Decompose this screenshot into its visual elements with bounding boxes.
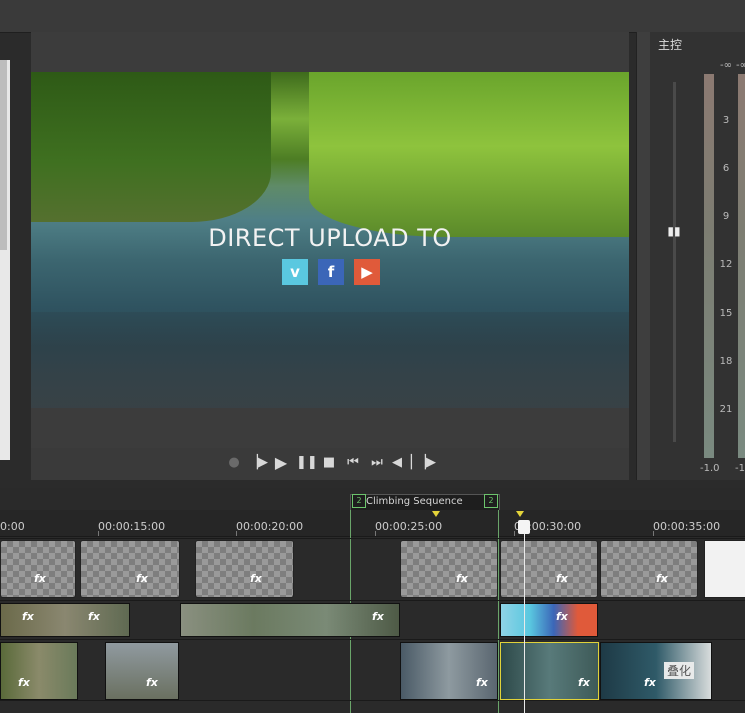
timeline-clip[interactable] <box>600 642 712 700</box>
meter-scale-label: 21 <box>719 404 733 415</box>
master-volume-track[interactable] <box>673 82 676 442</box>
preview-riverbed <box>31 312 629 408</box>
video-preview-frame: DIRECT UPLOAD TO v f ▶ <box>31 72 629 408</box>
fx-icon[interactable]: fx <box>578 676 590 689</box>
meter-scale-label: 9 <box>722 211 730 222</box>
sequence-marker[interactable]: 2 <box>484 494 498 508</box>
sequence-label: Climbing Sequence <box>366 496 463 507</box>
fx-icon[interactable]: fx <box>88 610 100 623</box>
meter-peak-left: -∞ <box>720 60 732 71</box>
stop-icon[interactable]: ■ <box>320 454 338 472</box>
meter-scale-label: 12 <box>719 259 733 270</box>
play-from-start-icon[interactable]: ▕▶ <box>248 454 268 472</box>
fx-icon[interactable]: fx <box>22 610 34 623</box>
playhead-handle[interactable] <box>518 520 530 534</box>
fx-icon[interactable]: fx <box>372 610 384 623</box>
sequence-boundary-end <box>498 510 499 713</box>
left-panel-scroll-thumb[interactable] <box>0 60 7 250</box>
ruler-tick <box>98 531 99 536</box>
fx-icon[interactable]: fx <box>18 676 30 689</box>
pause-icon[interactable]: ❚❚ <box>296 454 318 472</box>
fx-icon[interactable]: fx <box>456 572 468 585</box>
timeline-clip[interactable] <box>500 603 598 637</box>
ruler-tick <box>653 531 654 536</box>
ruler-time-label: 00:00:35:00 <box>653 520 721 533</box>
fx-icon[interactable]: fx <box>136 572 148 585</box>
ruler-time-label: 00:00:15:00 <box>98 520 166 533</box>
youtube-icon: ▶ <box>354 259 380 285</box>
facebook-icon: f <box>318 259 344 285</box>
meter-scale-label: 18 <box>719 356 733 367</box>
timeline-clip[interactable] <box>180 603 400 637</box>
ruler-time-label: 00:00:25:00 <box>375 520 443 533</box>
fx-icon[interactable]: fx <box>146 676 158 689</box>
go-to-end-icon[interactable]: ⏭ <box>368 454 386 472</box>
meter-scale-label: 15 <box>719 308 733 319</box>
preview-overlay-title: DIRECT UPLOAD TO <box>208 224 452 252</box>
fx-icon[interactable]: fx <box>656 572 668 585</box>
fx-icon[interactable]: fx <box>250 572 262 585</box>
ruler-time-label: 0:00 <box>0 520 25 533</box>
go-to-start-icon[interactable]: ⏮ <box>344 454 362 472</box>
timeline-clip[interactable] <box>0 603 130 637</box>
top-toolbar <box>0 0 745 33</box>
meter-scale-label: 6 <box>722 163 730 174</box>
meter-bottom-right-label: -1. <box>735 463 745 474</box>
timeline-clip-selected[interactable] <box>500 642 599 700</box>
fx-icon[interactable]: fx <box>476 676 488 689</box>
loop-region-start[interactable] <box>432 511 440 517</box>
timeline-clip[interactable] <box>0 642 78 700</box>
ruler-tick <box>514 531 515 536</box>
timeline-clip[interactable] <box>400 540 498 598</box>
timeline-playhead[interactable] <box>524 522 525 713</box>
timeline-clip[interactable] <box>105 642 179 700</box>
timeline-clip[interactable] <box>704 540 745 598</box>
preview-forest-right <box>309 72 629 237</box>
timeline-clip[interactable] <box>600 540 698 598</box>
preview-forest-left <box>31 72 271 222</box>
timeline-clip[interactable] <box>80 540 180 598</box>
master-bus-title: 主控 <box>658 38 683 52</box>
ruler-tick <box>236 531 237 536</box>
sequence-marker[interactable]: 2 <box>352 494 366 508</box>
next-frame-icon[interactable]: ▕▶ <box>416 454 436 472</box>
track-divider <box>0 639 745 640</box>
timeline-clip[interactable] <box>500 540 598 598</box>
meter-peak-right: -∞ <box>736 60 745 71</box>
vimeo-icon: v <box>282 259 308 285</box>
timeline-clip[interactable] <box>195 540 294 598</box>
record-icon[interactable]: ● <box>226 454 242 472</box>
fx-icon[interactable]: fx <box>556 572 568 585</box>
timeline-clip[interactable] <box>400 642 498 700</box>
preview-vertical-scrollbar[interactable] <box>636 32 651 480</box>
play-icon[interactable]: ▶ <box>272 454 290 472</box>
prev-frame-icon[interactable]: ◀▕ <box>392 454 412 472</box>
fx-icon[interactable]: fx <box>34 572 46 585</box>
fx-icon[interactable]: fx <box>556 610 568 623</box>
master-volume-fader-handle[interactable]: ▮▮ <box>662 224 686 238</box>
ruler-tick <box>375 531 376 536</box>
loop-region-end[interactable] <box>516 511 524 517</box>
ruler-time-label: 00:00:20:00 <box>236 520 304 533</box>
track-divider <box>0 538 745 539</box>
track-divider <box>0 700 745 701</box>
level-meter-right <box>738 74 745 458</box>
timeline-clip[interactable] <box>0 540 76 598</box>
track-divider <box>0 600 745 601</box>
level-meter-left <box>704 74 714 458</box>
fx-icon[interactable]: fx <box>644 676 656 689</box>
transition-label: 叠化 <box>664 662 695 679</box>
meter-scale-label: 3 <box>722 115 730 126</box>
meter-bottom-left-label: -1.0 <box>700 463 720 474</box>
